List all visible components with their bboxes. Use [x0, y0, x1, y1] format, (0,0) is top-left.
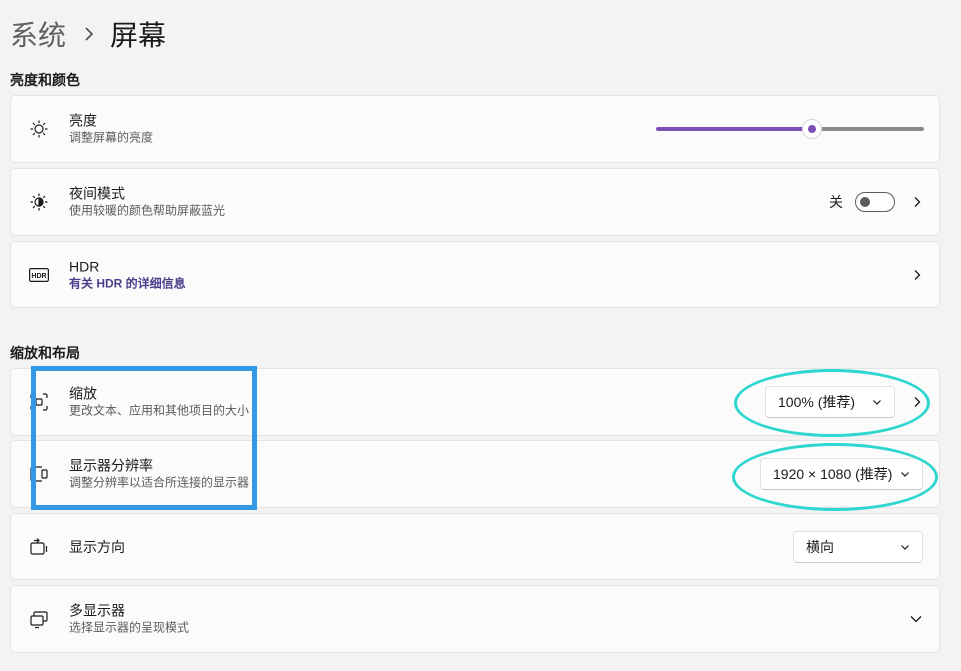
breadcrumb: 系统 屏幕 — [10, 14, 166, 54]
toggle-knob — [860, 197, 870, 207]
chevron-down-icon[interactable] — [909, 612, 923, 626]
orientation-card: 显示方向 横向 — [10, 513, 940, 580]
night-light-toggle[interactable] — [855, 192, 895, 212]
chevron-right-icon[interactable] — [911, 196, 923, 208]
multi-display-title: 多显示器 — [69, 602, 125, 619]
resolution-card: 显示器分辨率 调整分辨率以适合所连接的显示器 1920 × 1080 (推荐) — [10, 440, 940, 508]
resolution-icon — [29, 464, 49, 484]
brightness-subtitle: 调整屏幕的亮度 — [69, 130, 154, 145]
brightness-slider-fill — [656, 127, 813, 131]
night-light-card[interactable]: 夜间模式 使用较暖的颜色帮助屏蔽蓝光 关 — [10, 168, 940, 236]
page-title: 屏幕 — [110, 20, 167, 51]
orientation-dropdown-value: 横向 — [806, 538, 834, 555]
section-title-brightness-color: 亮度和颜色 — [10, 72, 80, 88]
orientation-dropdown[interactable]: 横向 — [793, 530, 923, 563]
orientation-icon — [29, 537, 49, 557]
multiple-displays-icon — [29, 609, 49, 629]
chevron-right-icon — [84, 26, 94, 42]
sun-icon — [29, 119, 49, 139]
hdr-icon: HDR — [29, 265, 49, 285]
night-light-icon — [29, 192, 49, 212]
night-light-subtitle: 使用较暖的颜色帮助屏蔽蓝光 — [69, 203, 226, 218]
multi-display-subtitle: 选择显示器的呈现模式 — [69, 620, 190, 635]
section-title-scale-layout: 缩放和布局 — [10, 345, 80, 361]
hdr-title: HDR — [69, 258, 100, 274]
scale-subtitle: 更改文本、应用和其他项目的大小 — [69, 403, 250, 418]
chevron-down-icon — [873, 400, 881, 405]
svg-text:HDR: HDR — [31, 273, 46, 280]
chevron-down-icon — [901, 544, 909, 550]
brightness-slider-track — [812, 127, 924, 131]
hdr-card[interactable]: HDR HDR 有关 HDR 的详细信息 — [10, 241, 940, 308]
resolution-title: 显示器分辨率 — [69, 457, 153, 474]
chevron-right-icon[interactable] — [911, 396, 923, 408]
orientation-title: 显示方向 — [69, 538, 125, 555]
scale-icon — [29, 392, 49, 412]
brightness-card: 亮度 调整屏幕的亮度 — [10, 95, 940, 163]
chevron-right-icon[interactable] — [911, 269, 923, 281]
scale-card[interactable]: 缩放 更改文本、应用和其他项目的大小 100% (推荐) — [10, 368, 940, 436]
chevron-down-icon — [901, 472, 909, 477]
brightness-slider[interactable] — [656, 119, 924, 139]
brightness-slider-thumb[interactable] — [802, 119, 823, 139]
resolution-dropdown-value: 1920 × 1080 (推荐) — [773, 466, 893, 482]
scale-dropdown[interactable]: 100% (推荐) — [765, 386, 895, 418]
night-light-title: 夜间模式 — [69, 185, 125, 202]
scale-title: 缩放 — [69, 385, 97, 402]
scale-dropdown-value: 100% (推荐) — [778, 394, 856, 410]
night-light-state-label: 关 — [829, 194, 843, 210]
hdr-info-link[interactable]: 有关 HDR 的详细信息 — [69, 275, 186, 292]
resolution-subtitle: 调整分辨率以适合所连接的显示器 — [69, 475, 250, 490]
breadcrumb-system-link[interactable]: 系统 — [10, 14, 66, 54]
resolution-dropdown[interactable]: 1920 × 1080 (推荐) — [760, 458, 923, 490]
multi-display-card[interactable]: 多显示器 选择显示器的呈现模式 — [10, 585, 940, 653]
brightness-title: 亮度 — [69, 112, 97, 129]
